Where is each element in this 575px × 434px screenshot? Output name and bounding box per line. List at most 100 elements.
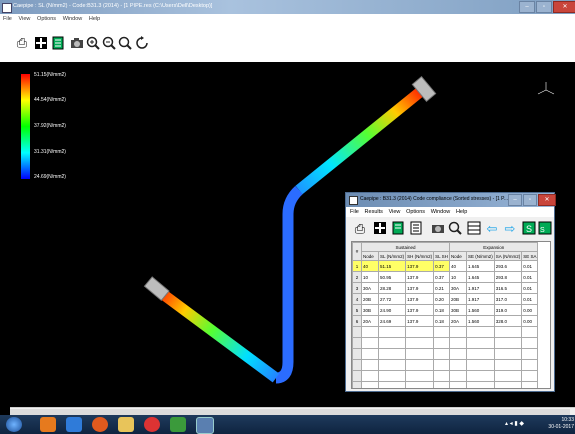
child-title-bar: Caepipe : B31.3 (2014) Code compliance (… [346, 193, 556, 207]
menu-window[interactable]: Window [63, 14, 83, 24]
sustained-header: Sustained [361, 242, 450, 252]
zoom-out-icon[interactable] [102, 36, 116, 50]
child-arrow-right-icon[interactable]: ⇨ [502, 221, 518, 237]
child-menu-window[interactable]: Window [431, 207, 451, 217]
table-cell: 1.560 [465, 315, 495, 327]
legend-label-min: 24.69(N/mm2) [34, 174, 66, 180]
title-bar: Caepipe : SL (N/mm2) - Code:B31.3 (2014)… [0, 0, 575, 14]
taskbar-app-opera-icon[interactable] [144, 417, 160, 432]
table-cell: 30B [361, 304, 379, 316]
table-cell: 10 [448, 271, 467, 283]
taskbar-app-firefox-icon[interactable] [92, 417, 108, 432]
child-chart-icon[interactable] [372, 221, 388, 237]
chart-icon[interactable] [34, 36, 48, 50]
child-close-button[interactable]: ✕ [538, 194, 556, 206]
table-cell: 24.90 [377, 304, 407, 316]
app-icon [2, 3, 12, 13]
table-cell: 0.01 [521, 293, 539, 305]
menu-help[interactable]: Help [89, 14, 100, 24]
clock[interactable]: 10:33 30-01-2017 [548, 417, 574, 431]
legend-label-max: 51.15(N/mm2) [34, 72, 66, 78]
table-cell: 2 [352, 271, 362, 283]
table-cell: 137.9 [405, 304, 435, 316]
taskbar-app-ie-icon[interactable] [66, 417, 82, 432]
start-button[interactable] [6, 417, 22, 432]
taskbar: ▴ ◂ ▮ ◆ 10:33 30-01-2017 [0, 415, 575, 434]
menu-view[interactable]: View [19, 14, 31, 24]
col-index-header: # [352, 242, 362, 261]
child-menu-view[interactable]: View [389, 207, 401, 217]
table-cell: 20A [361, 315, 379, 327]
taskbar-app-explorer-icon[interactable] [118, 417, 134, 432]
zoom-in-icon[interactable] [86, 36, 100, 50]
table-cell: 0.21 [433, 282, 450, 294]
child-menu-bar: File Results View Options Window Help [346, 207, 554, 217]
table-cell: 0.01 [521, 260, 539, 272]
child-document-icon[interactable] [390, 221, 406, 237]
table-row[interactable]: 6 20A 24.69 137.9 0.18 20A 1.560 328.0 0… [352, 315, 539, 327]
child-table-icon[interactable] [466, 221, 482, 237]
child-maximize-button[interactable]: ▫ [523, 194, 537, 206]
taskbar-app-media-icon[interactable] [40, 417, 56, 432]
col-header: SE (N/mm2) [465, 251, 495, 261]
child-arrow-left-icon[interactable]: ⇦ [484, 221, 500, 237]
window-controls: – ▫ ✕ [519, 1, 575, 13]
toolbar: ⎙ [0, 24, 575, 62]
col-header: Node [361, 251, 379, 261]
table-row[interactable]: 5 30B 24.90 137.9 0.18 30B 1.560 319.0 0… [352, 304, 539, 316]
child-list-icon[interactable] [408, 221, 424, 237]
child-sa-icon[interactable]: S [537, 221, 553, 237]
table-cell: 40 [361, 260, 379, 272]
table-cell: 1.560 [465, 304, 495, 316]
menu-options[interactable]: Options [37, 14, 56, 24]
table-cell: 20B [361, 293, 379, 305]
table-row[interactable]: 1 40 51.15 137.9 0.37 40 1.645 293.6 0.0… [352, 260, 539, 272]
empty-row [352, 381, 539, 388]
child-menu-help[interactable]: Help [456, 207, 467, 217]
child-menu-file[interactable]: File [350, 207, 359, 217]
empty-row [352, 359, 539, 371]
table-cell: 316.5 [493, 282, 523, 294]
tray-icons[interactable]: ▴ ◂ ▮ ◆ [505, 420, 524, 427]
table-cell: 51.15 [377, 260, 407, 272]
empty-row [352, 337, 539, 349]
col-header: SH (N/mm2) [405, 251, 435, 261]
taskbar-app-green-icon[interactable] [170, 417, 186, 432]
minimize-button[interactable]: – [519, 1, 535, 13]
child-menu-options[interactable]: Options [406, 207, 425, 217]
child-search-icon[interactable] [447, 221, 463, 237]
col-header: SL SH [433, 251, 450, 261]
maximize-button[interactable]: ▫ [536, 1, 552, 13]
camera-icon[interactable] [70, 36, 84, 50]
print-icon[interactable]: ⎙ [15, 36, 29, 50]
table-cell: 317.0 [493, 293, 523, 305]
table-row[interactable]: 2 10 50.95 137.9 0.37 10 1.645 293.8 0.0… [352, 271, 539, 283]
zoom-fit-icon[interactable] [118, 36, 132, 50]
child-s-icon[interactable]: S [521, 221, 537, 237]
close-button[interactable]: ✕ [553, 1, 575, 13]
child-app-icon [349, 196, 358, 205]
table-cell: 1.917 [465, 282, 495, 294]
taskbar-app-caepipe-icon[interactable] [196, 417, 214, 434]
rotate-icon[interactable] [135, 36, 149, 50]
table-row[interactable]: 3 30A 28.28 137.9 0.21 30A 1.917 316.5 0… [352, 282, 539, 294]
table-cell: 0.37 [433, 271, 450, 283]
expansion-header: Expansion [448, 242, 539, 252]
child-window-controls: – ▫ ✕ [508, 194, 556, 206]
table-row[interactable]: 4 20B 27.72 137.9 0.20 20B 1.917 317.0 0… [352, 293, 539, 305]
legend-label-2: 44.54(N/mm2) [34, 97, 66, 103]
code-compliance-window[interactable]: Caepipe : B31.3 (2014) Code compliance (… [345, 192, 556, 392]
table-cell: 10 [361, 271, 379, 283]
col-header: Node [448, 251, 467, 261]
child-print-icon[interactable]: ⎙ [352, 221, 368, 237]
table-cell: 40 [448, 260, 467, 272]
child-minimize-button[interactable]: – [508, 194, 522, 206]
table-cell: 24.69 [377, 315, 407, 327]
table-cell: 1.917 [465, 293, 495, 305]
menu-file[interactable]: File [3, 14, 12, 24]
svg-text:S: S [526, 224, 532, 234]
child-camera-icon[interactable] [430, 221, 446, 237]
table-cell: 293.6 [493, 260, 523, 272]
document-icon[interactable] [51, 36, 65, 50]
child-menu-results[interactable]: Results [365, 207, 383, 217]
